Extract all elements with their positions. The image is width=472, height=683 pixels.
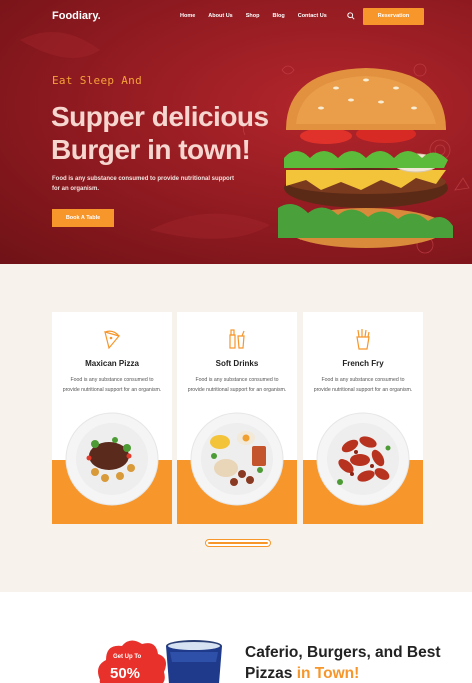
nav-link-contact[interactable]: Contact Us — [298, 13, 327, 19]
fries-plate-image — [316, 412, 410, 506]
menu-card-drinks[interactable]: Soft Drinks Food is any substance consum… — [177, 312, 297, 524]
drinks-plate-image — [190, 412, 284, 506]
promo-tagline: Caferio, Burgers, and Best Pizzas in Tow… — [245, 642, 445, 683]
book-table-button[interactable]: Book A Table — [52, 209, 114, 227]
drinks-icon — [229, 329, 245, 349]
site-logo[interactable]: Foodiary. — [52, 10, 101, 22]
carousel-pagination-fill — [208, 542, 268, 544]
nav-link-home[interactable]: Home — [180, 13, 195, 19]
hero-subtext: Food is any substance consumed to provid… — [52, 176, 235, 192]
pizza-slice-icon — [104, 330, 121, 350]
pizza-plate-image — [65, 412, 159, 506]
nav-link-blog[interactable]: Blog — [272, 13, 284, 19]
hero-headline: Supper delicious Burger in town! — [51, 101, 269, 165]
nav-links: Home About Us Shop Blog Contact Us — [180, 13, 340, 19]
card-description: Food is any substance consumed to provid… — [62, 377, 162, 393]
menu-cards-section: Maxican Pizza Food is any substance cons… — [0, 264, 472, 592]
french-fries-icon — [356, 329, 370, 350]
search-icon[interactable] — [347, 12, 355, 20]
card-title: Soft Drinks — [215, 359, 259, 368]
hero-section: Foodiary. Home About Us Shop Blog Contac… — [0, 0, 472, 264]
reservation-button[interactable]: Reservation — [363, 8, 424, 25]
drink-cup-image — [166, 640, 222, 683]
burger-image — [278, 68, 453, 248]
card-title: French Fry — [342, 359, 384, 368]
menu-card-pizza[interactable]: Maxican Pizza Food is any substance cons… — [52, 312, 172, 524]
promo-section: Get Up To 50% Caferio, Burgers, and Best… — [0, 592, 472, 683]
menu-card-fries[interactable]: French Fry Food is any substance consume… — [303, 312, 423, 524]
carousel-pagination[interactable] — [205, 539, 271, 547]
promo-tagline-accent: in Town! — [296, 665, 360, 682]
badge-label: Get Up To — [113, 654, 142, 660]
nav-link-about[interactable]: About Us — [208, 13, 232, 19]
badge-percent: 50% — [110, 665, 141, 682]
top-nav: Foodiary. Home About Us Shop Blog Contac… — [0, 0, 472, 34]
hero-eyebrow: Eat Sleep And — [52, 74, 142, 87]
card-description: Food is any substance consumed to provid… — [313, 377, 413, 393]
card-description: Food is any substance consumed to provid… — [187, 377, 287, 393]
card-title: Maxican Pizza — [85, 359, 139, 368]
nav-link-shop[interactable]: Shop — [246, 13, 260, 19]
